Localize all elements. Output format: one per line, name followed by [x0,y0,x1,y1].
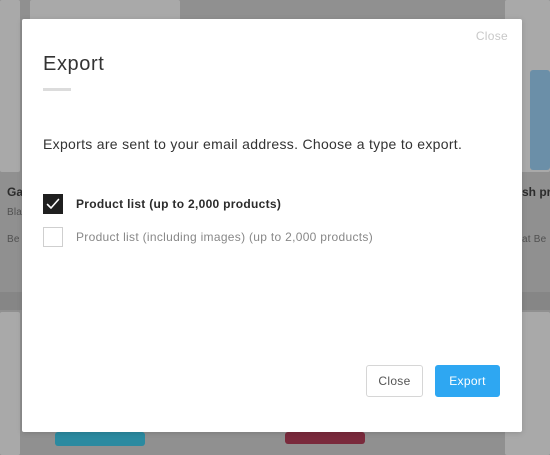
product-photo [530,70,550,170]
product-image [0,0,20,172]
dialog-title: Export [43,53,105,75]
product-list-checkbox[interactable] [43,194,63,214]
export-option-product-list[interactable]: Product list (up to 2,000 products) [43,193,281,215]
product-meta: at Be [522,234,547,245]
dialog-description: Exports are sent to your email address. … [43,136,463,152]
product-title: Ga [7,185,24,199]
product-photo [55,432,145,446]
check-icon [46,198,60,209]
export-dialog: Close Export Exports are sent to your em… [22,19,522,432]
product-list-images-checkbox[interactable] [43,227,63,247]
export-option-label: Product list (up to 2,000 products) [76,197,282,211]
product-photo [285,432,365,444]
product-image [0,312,20,455]
export-option-product-list-images[interactable]: Product list (including images) (up to 2… [43,226,373,248]
dialog-close-link[interactable]: Close [476,29,508,43]
product-subtitle: Bla [7,207,23,218]
export-button[interactable]: Export [435,365,500,397]
close-button[interactable]: Close [366,365,423,397]
product-title: sh pr [522,185,550,199]
product-meta: Be [7,234,20,245]
export-option-label: Product list (including images) (up to 2… [76,230,374,244]
title-underline [43,88,71,91]
